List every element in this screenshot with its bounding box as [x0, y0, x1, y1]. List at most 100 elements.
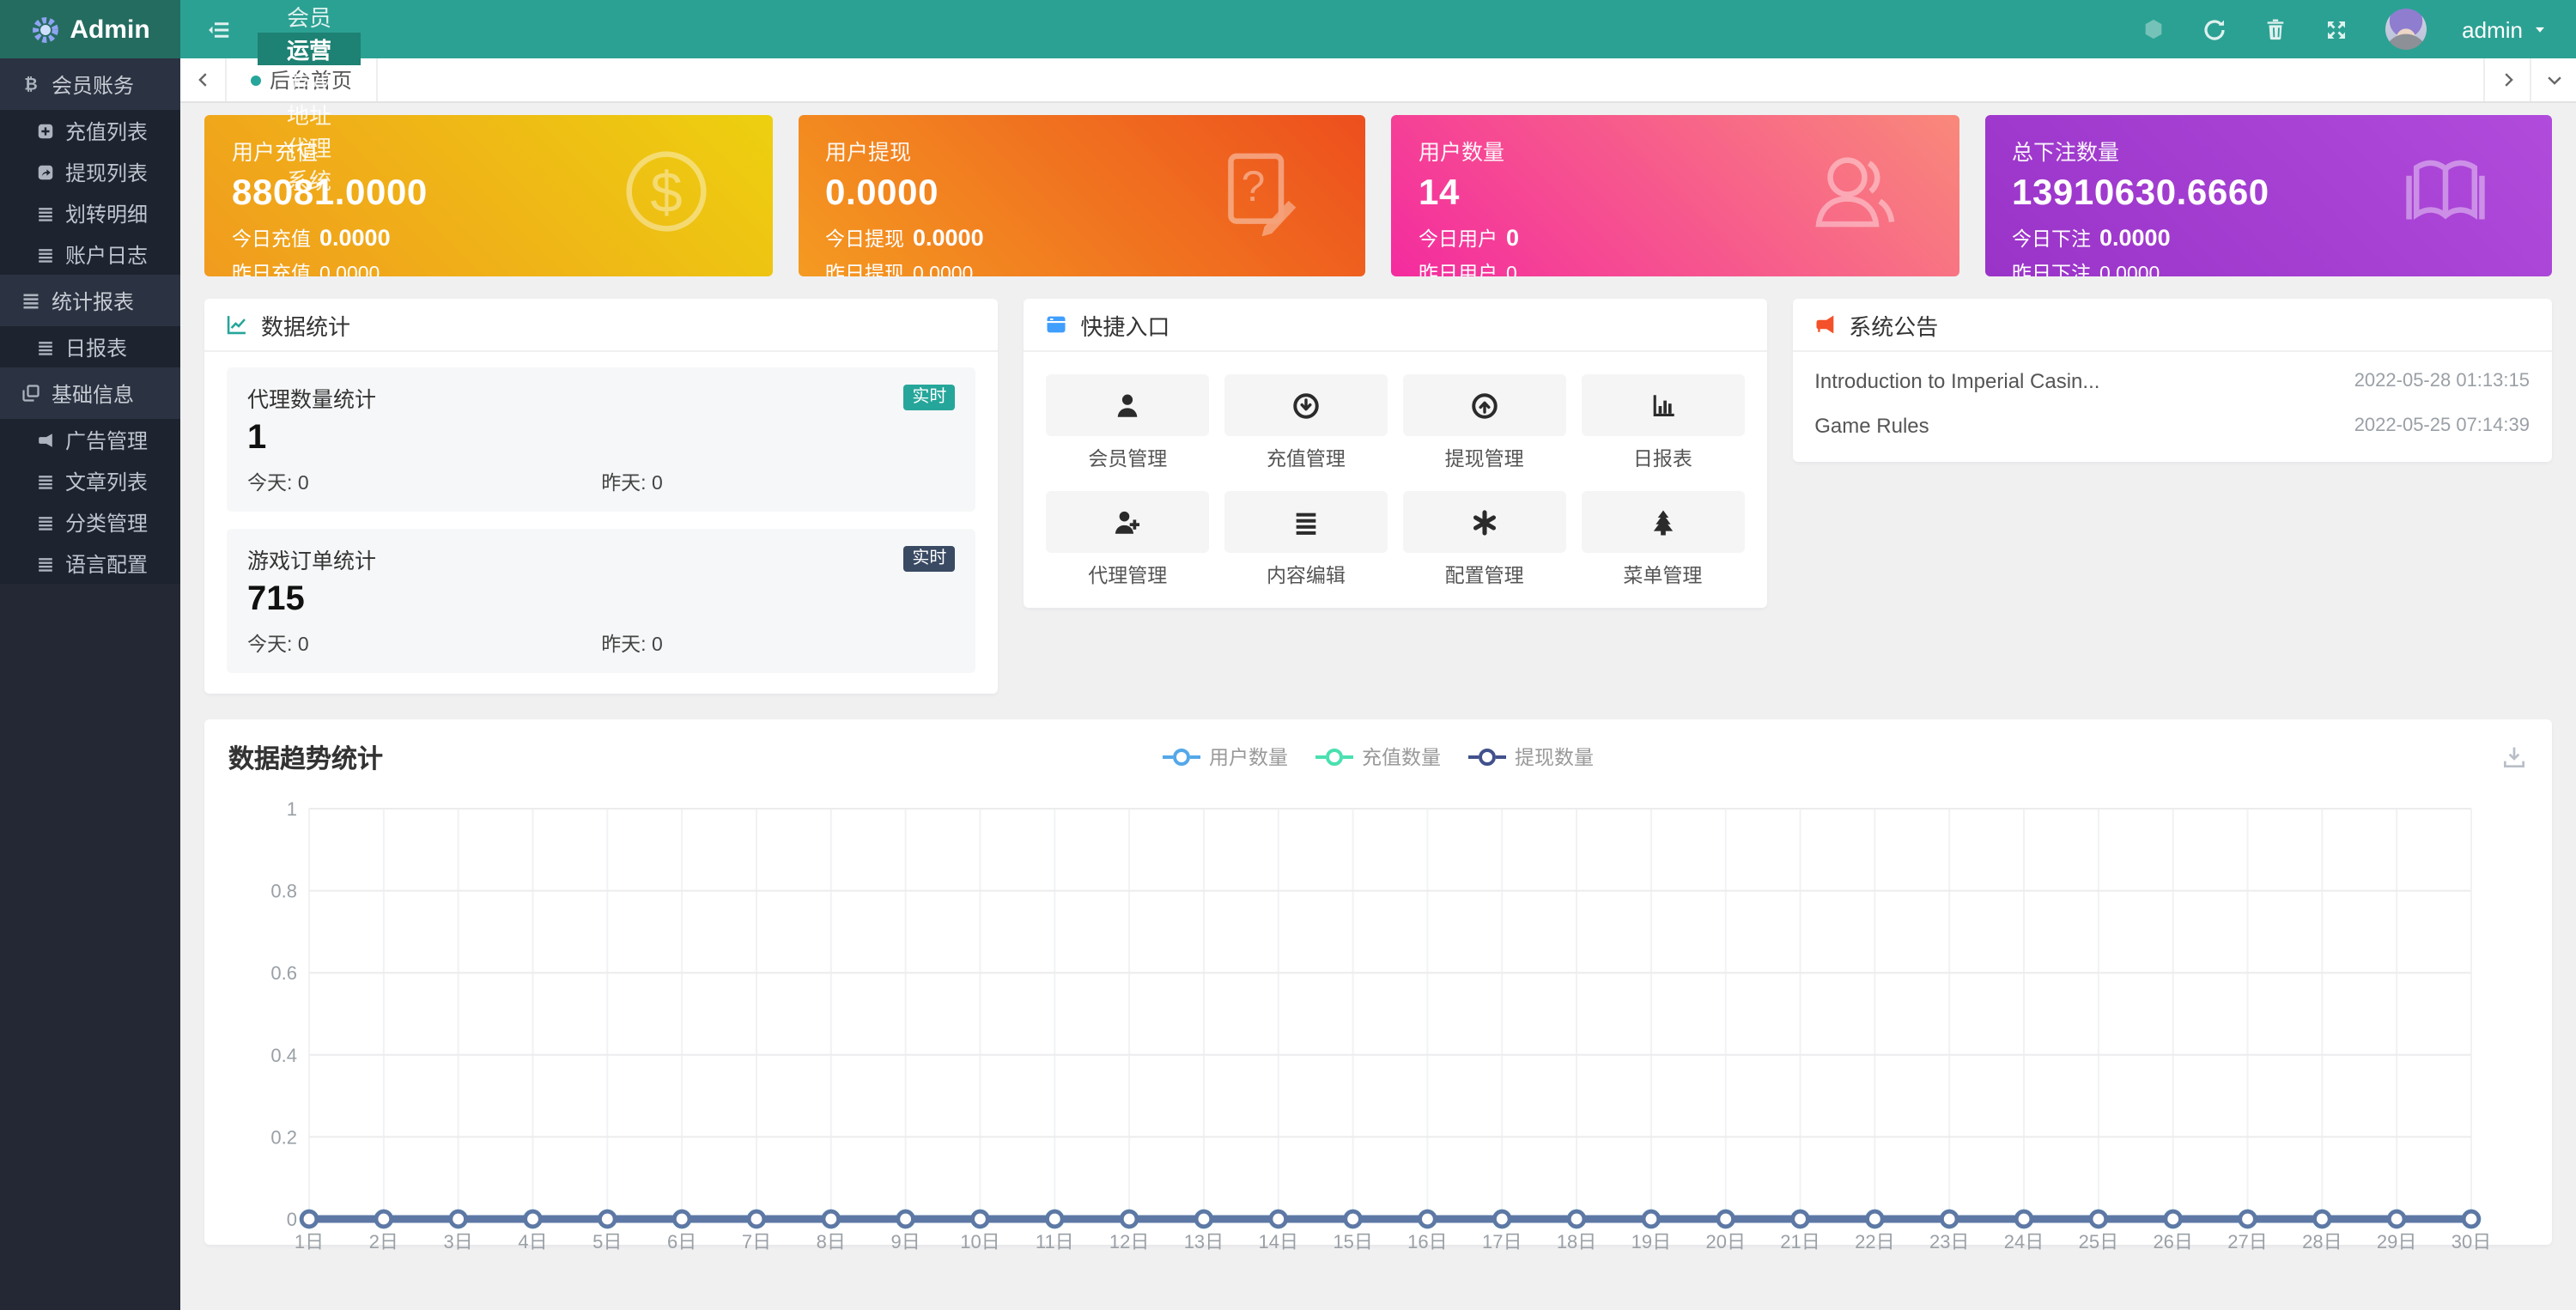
announcement-row[interactable]: Introduction to Imperial Casin... 2022-0…: [1814, 359, 2530, 403]
stat-cards-row: 用户充值 88081.0000 今日充值0.0000 昨日充值0.0000 $ …: [204, 115, 2552, 276]
book-icon: [2401, 147, 2490, 245]
sidebar-item[interactable]: 划转明细: [0, 192, 180, 233]
bars-icon: [1291, 507, 1321, 537]
stat-card[interactable]: 用户提现 0.0000 今日提现0.0000 昨日提现0.0000 ?: [798, 115, 1365, 276]
brand-logo[interactable]: Admin: [0, 0, 180, 58]
svg-text:30日: 30日: [2451, 1231, 2491, 1250]
nav-menu-item-代理[interactable]: 代理: [258, 130, 361, 163]
svg-text:24日: 24日: [2004, 1231, 2044, 1250]
sidebar-group-label: 会员账务: [52, 70, 134, 99]
nav-menu-item-会员[interactable]: 会员: [258, 0, 361, 33]
realtime-badge: 实时: [903, 546, 955, 572]
announcement-time: 2022-05-28 01:13:15: [2354, 371, 2530, 391]
svg-text:15日: 15日: [1333, 1231, 1372, 1250]
sidebar-item[interactable]: 提现列表: [0, 151, 180, 192]
shortcut-会员管理[interactable]: 会员管理: [1046, 374, 1209, 472]
nav-menu-item-游戏[interactable]: 游戏: [258, 65, 361, 98]
refresh-icon[interactable]: [2201, 16, 2227, 42]
sidebar-item-label: 广告管理: [65, 425, 148, 454]
trend-chart-title: 数据趋势统计: [228, 739, 383, 775]
nav-menu-item-地址[interactable]: 地址: [258, 98, 361, 130]
sidebar-item-label: 划转明细: [65, 198, 148, 227]
collapse-menu-icon[interactable]: [180, 0, 258, 58]
nav-menu-item-label: 系统: [287, 163, 331, 196]
announcement-row[interactable]: Game Rules 2022-05-25 07:14:39: [1814, 403, 2530, 448]
shortcut-充值管理[interactable]: 充值管理: [1224, 374, 1388, 472]
stat-card[interactable]: 用户数量 14 今日用户0 昨日用户0: [1391, 115, 1959, 276]
sidebar-item[interactable]: 文章列表: [0, 460, 180, 501]
stat-card-today-label: 今日下注: [2012, 225, 2091, 252]
shortcut-日报表[interactable]: 日报表: [1582, 374, 1745, 472]
list-icon: [36, 554, 55, 573]
list-icon: [36, 203, 55, 222]
sidebar-item[interactable]: 充值列表: [0, 110, 180, 151]
sidebar: ₿ 会员账务 充值列表 提现列表 划转明细 账户日志: [0, 58, 180, 1310]
announcement-text: Introduction to Imperial Casin...: [1814, 369, 2099, 393]
dollar-circle-icon: $: [621, 147, 710, 245]
stat-card-yesterday-value: 0.0000: [2099, 264, 2160, 276]
sidebar-group-title[interactable]: ₿ 会员账务: [0, 58, 180, 110]
stat-sub-title: 游戏订单统计: [247, 543, 376, 575]
nav-menu-item-系统[interactable]: 系统: [258, 163, 361, 196]
stat-card-yesterday-value: 0: [1506, 264, 1517, 276]
user-menu[interactable]: admin: [2462, 16, 2549, 42]
legend-marker-icon: [1468, 749, 1506, 766]
asterisk-icon: [1470, 507, 1499, 537]
stat-card-yesterday-value: 0.0000: [319, 264, 380, 276]
sidebar-item-label: 语言配置: [65, 549, 148, 578]
svg-text:18日: 18日: [1557, 1231, 1596, 1250]
user-plus-icon: [1113, 507, 1142, 537]
fullscreen-icon[interactable]: [2323, 16, 2348, 42]
sidebar-item[interactable]: 账户日志: [0, 233, 180, 275]
svg-text:?: ?: [1242, 162, 1266, 210]
tree-icon: [1648, 507, 1677, 537]
legend-item-充值数量[interactable]: 充值数量: [1315, 743, 1441, 771]
stat-sub-value: 1: [247, 419, 955, 458]
legend-item-提现数量[interactable]: 提现数量: [1468, 743, 1594, 771]
nav-menu-item-运营[interactable]: 运营: [258, 33, 361, 65]
hexagon-icon[interactable]: [2141, 17, 2165, 41]
sidebar-item-label: 提现列表: [65, 157, 148, 186]
svg-text:8日: 8日: [817, 1231, 846, 1250]
sidebar-group-title[interactable]: 统计报表: [0, 275, 180, 326]
svg-text:1日: 1日: [295, 1231, 324, 1250]
svg-text:27日: 27日: [2227, 1231, 2267, 1250]
chevron-left-icon: [193, 70, 212, 89]
legend-marker-icon: [1315, 749, 1353, 766]
stat-card[interactable]: 总下注数量 13910630.6660 今日下注0.0000 昨日下注0.000…: [1984, 115, 2552, 276]
stat-sub-card: 游戏订单统计 实时 715 今天: 0 昨天: 0: [227, 529, 975, 673]
trash-icon[interactable]: [2263, 17, 2287, 41]
sidebar-item[interactable]: 分类管理: [0, 501, 180, 543]
svg-text:$: $: [649, 161, 681, 225]
data-stats-title: 数据统计: [261, 308, 350, 341]
nav-menu-item-label: 会员: [287, 0, 331, 33]
svg-text:12日: 12日: [1109, 1231, 1149, 1250]
tabs-scroll-left[interactable]: [180, 58, 227, 101]
legend-item-用户数量[interactable]: 用户数量: [1163, 743, 1288, 771]
sidebar-item[interactable]: 广告管理: [0, 419, 180, 460]
sidebar-group-label: 统计报表: [52, 286, 134, 315]
sidebar-item[interactable]: 日报表: [0, 326, 180, 367]
copy-icon: [21, 383, 41, 403]
download-chart-icon[interactable]: [2500, 743, 2528, 771]
shortcut-菜单管理[interactable]: 菜单管理: [1582, 491, 1745, 589]
trend-chart-plot[interactable]: 00.20.40.60.811日2日3日4日5日6日7日8日9日10日11日12…: [228, 783, 2528, 1258]
announcements-title: 系统公告: [1849, 308, 1938, 341]
sidebar-item[interactable]: 语言配置: [0, 543, 180, 584]
tabs-menu-button[interactable]: [2530, 58, 2576, 101]
svg-text:14日: 14日: [1259, 1231, 1298, 1250]
svg-text:₿: ₿: [24, 76, 37, 94]
list-icon: [36, 471, 55, 490]
shortcut-代理管理[interactable]: 代理管理: [1046, 491, 1209, 589]
svg-text:9日: 9日: [890, 1231, 920, 1250]
legend-marker-icon: [1163, 749, 1200, 766]
user-avatar[interactable]: [2385, 9, 2426, 50]
shortcut-提现管理[interactable]: 提现管理: [1403, 374, 1566, 472]
shortcut-内容编辑[interactable]: 内容编辑: [1224, 491, 1388, 589]
list-icon: [36, 245, 55, 264]
sidebar-group-title[interactable]: 基础信息: [0, 367, 180, 419]
shortcut-配置管理[interactable]: 配置管理: [1403, 491, 1566, 589]
tabs-scroll-right[interactable]: [2483, 58, 2530, 101]
svg-text:1: 1: [287, 798, 297, 820]
svg-text:29日: 29日: [2377, 1231, 2416, 1250]
